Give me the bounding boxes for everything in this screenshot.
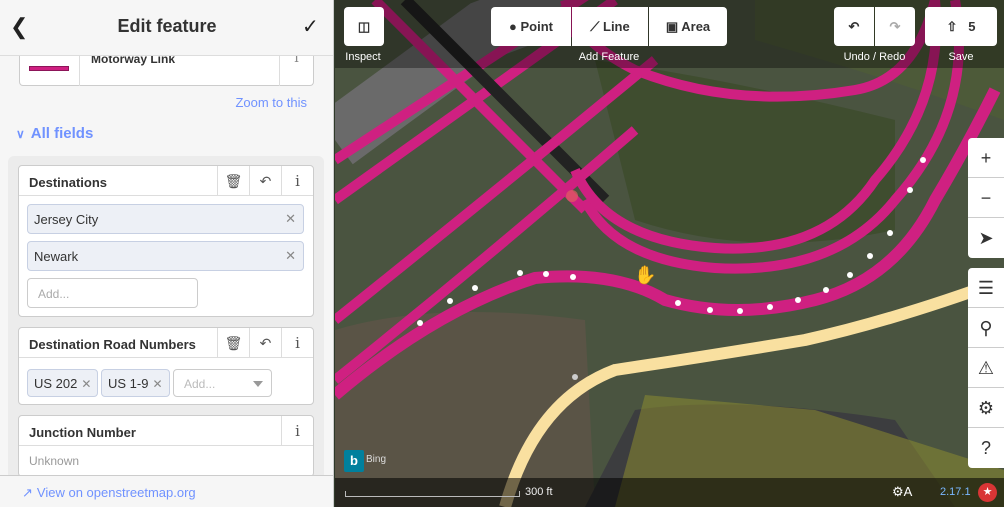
help-icon: ?	[980, 438, 991, 458]
issues-icon: ⚠	[977, 358, 995, 378]
map-panel-controls: ☰ ⚲ ⚠ ⚙ ?	[968, 268, 1004, 468]
undo-button[interactable]: ↶	[834, 7, 874, 46]
sidebar: ❮ Edit feature ✓ Motorway Link i Zoom to…	[0, 0, 334, 507]
done-button[interactable]: ✓	[302, 14, 324, 40]
add-line-button[interactable]: ⟋ Line	[572, 7, 648, 46]
info-button[interactable]: i	[281, 328, 313, 358]
info-icon: i	[295, 422, 300, 440]
background-layers-button[interactable]: ☰	[968, 268, 1004, 308]
road-number-add-combo[interactable]: Add...	[173, 369, 272, 397]
zoom-out-button[interactable]: −	[968, 178, 1004, 218]
chevron-down-icon: ∨	[16, 127, 25, 141]
upload-icon: ⇧	[946, 19, 958, 34]
destination-road-numbers-field: Destination Road Numbers 🗑 ↶ i US 202 ✕ U…	[18, 327, 314, 405]
version-label[interactable]: 2.17.1	[940, 486, 971, 498]
info-button[interactable]: i	[281, 416, 313, 446]
zoom-in-icon: +	[980, 148, 992, 168]
redo-icon: ↷	[889, 19, 901, 34]
undo-redo-label: Undo / Redo	[843, 51, 906, 63]
remove-icon[interactable]: ✕	[152, 377, 162, 391]
junction-number-input[interactable]: Unknown	[29, 454, 79, 468]
area-icon: ▣	[665, 19, 679, 34]
info-icon: i	[295, 334, 300, 352]
junction-number-field: Junction Number i Unknown	[18, 415, 314, 477]
issues-button[interactable]: ⚠	[968, 348, 1004, 388]
destination-road-numbers-label: Destination Road Numbers	[29, 337, 196, 352]
geolocate-button[interactable]: ➤	[968, 218, 1004, 258]
info-icon: i	[295, 172, 300, 190]
delete-button[interactable]: 🗑	[217, 328, 249, 358]
sidebar-footer: ↗ View on openstreetmap.org	[0, 475, 333, 507]
layers-icon: ☰	[977, 278, 995, 298]
all-fields-label: All fields	[30, 125, 94, 142]
inspect-label: Inspect	[345, 51, 381, 63]
bug-icon[interactable]: ⚙A	[892, 484, 912, 500]
gift-icon[interactable]: ★	[978, 483, 997, 502]
scale-bar[interactable]	[345, 491, 520, 497]
road-number-chip[interactable]: US 202 ✕	[27, 369, 99, 397]
geolocate-icon: ➤	[978, 228, 994, 248]
external-link-icon: ↗	[22, 485, 33, 500]
remove-icon[interactable]: ✕	[285, 211, 296, 227]
revert-button[interactable]: ↶	[249, 328, 281, 358]
remove-icon[interactable]: ✕	[285, 248, 296, 264]
checkmark-icon: ✓	[302, 16, 319, 38]
aerial-imagery	[335, 0, 1004, 507]
scale-label: 300 ft	[525, 486, 553, 498]
bing-logo-icon: b	[344, 450, 364, 472]
destination-chip[interactable]: Jersey City ✕	[27, 204, 304, 234]
map-canvas[interactable]: ✋	[335, 0, 1004, 507]
save-button[interactable]: ⇧ 5	[925, 7, 997, 46]
save-label: Save	[948, 51, 974, 63]
all-fields-toggle[interactable]: ∨ All fields	[16, 125, 93, 142]
map-nav-controls: + − ➤	[968, 138, 1004, 258]
destinations-field: Destinations 🗑 ↶ i Jersey City ✕ Newark …	[18, 165, 314, 317]
line-icon: ⟋	[590, 19, 600, 34]
inspect-button[interactable]: ◫	[344, 7, 384, 46]
remove-icon[interactable]: ✕	[81, 377, 91, 391]
junction-number-label: Junction Number	[29, 425, 136, 440]
map-footer: 300 ft ⚙A 2.17.1 ★	[335, 478, 1004, 507]
revert-button[interactable]: ↶	[249, 166, 281, 196]
sidebar-title: Edit feature	[117, 16, 217, 36]
add-area-button[interactable]: ▣ Area	[649, 7, 727, 46]
pan-cursor-icon: ✋	[634, 265, 657, 285]
trash-icon: 🗑	[224, 335, 243, 351]
undo-icon: ↶	[259, 335, 272, 351]
redo-button[interactable]: ↷	[875, 7, 915, 46]
destination-chip[interactable]: Newark ✕	[27, 241, 304, 271]
view-on-osm-link[interactable]: ↗ View on openstreetmap.org	[22, 485, 196, 501]
destinations-label: Destinations	[29, 175, 108, 190]
trash-icon: 🗑	[224, 173, 243, 189]
save-count: 5	[968, 19, 976, 34]
info-button[interactable]: i	[281, 166, 313, 196]
help-button[interactable]: ?	[968, 428, 1004, 468]
undo-icon: ↶	[848, 19, 860, 34]
add-point-button[interactable]: ● Point	[491, 7, 571, 46]
delete-button[interactable]: 🗑	[217, 166, 249, 196]
undo-icon: ↶	[259, 173, 272, 189]
preferences-icon: ⚙	[977, 398, 995, 418]
imagery-attribution[interactable]: b Bing	[344, 450, 391, 472]
preferences-button[interactable]: ⚙	[968, 388, 1004, 428]
pin-icon: ●	[509, 19, 517, 34]
zoom-out-icon: −	[980, 188, 992, 208]
zoom-in-button[interactable]: +	[968, 138, 1004, 178]
map-data-icon: ⚲	[979, 318, 993, 338]
road-number-chip[interactable]: US 1-9 ✕	[101, 369, 170, 397]
caret-down-icon	[253, 381, 263, 387]
add-feature-label: Add Feature	[578, 51, 640, 63]
destinations-add-input[interactable]: Add...	[27, 278, 198, 308]
sidebar-header: ❮ Edit feature ✓	[0, 0, 333, 56]
zoom-to-this-link[interactable]: Zoom to this	[235, 95, 307, 110]
sidebar-toggle-icon: ◫	[357, 19, 371, 34]
map-data-button[interactable]: ⚲	[968, 308, 1004, 348]
